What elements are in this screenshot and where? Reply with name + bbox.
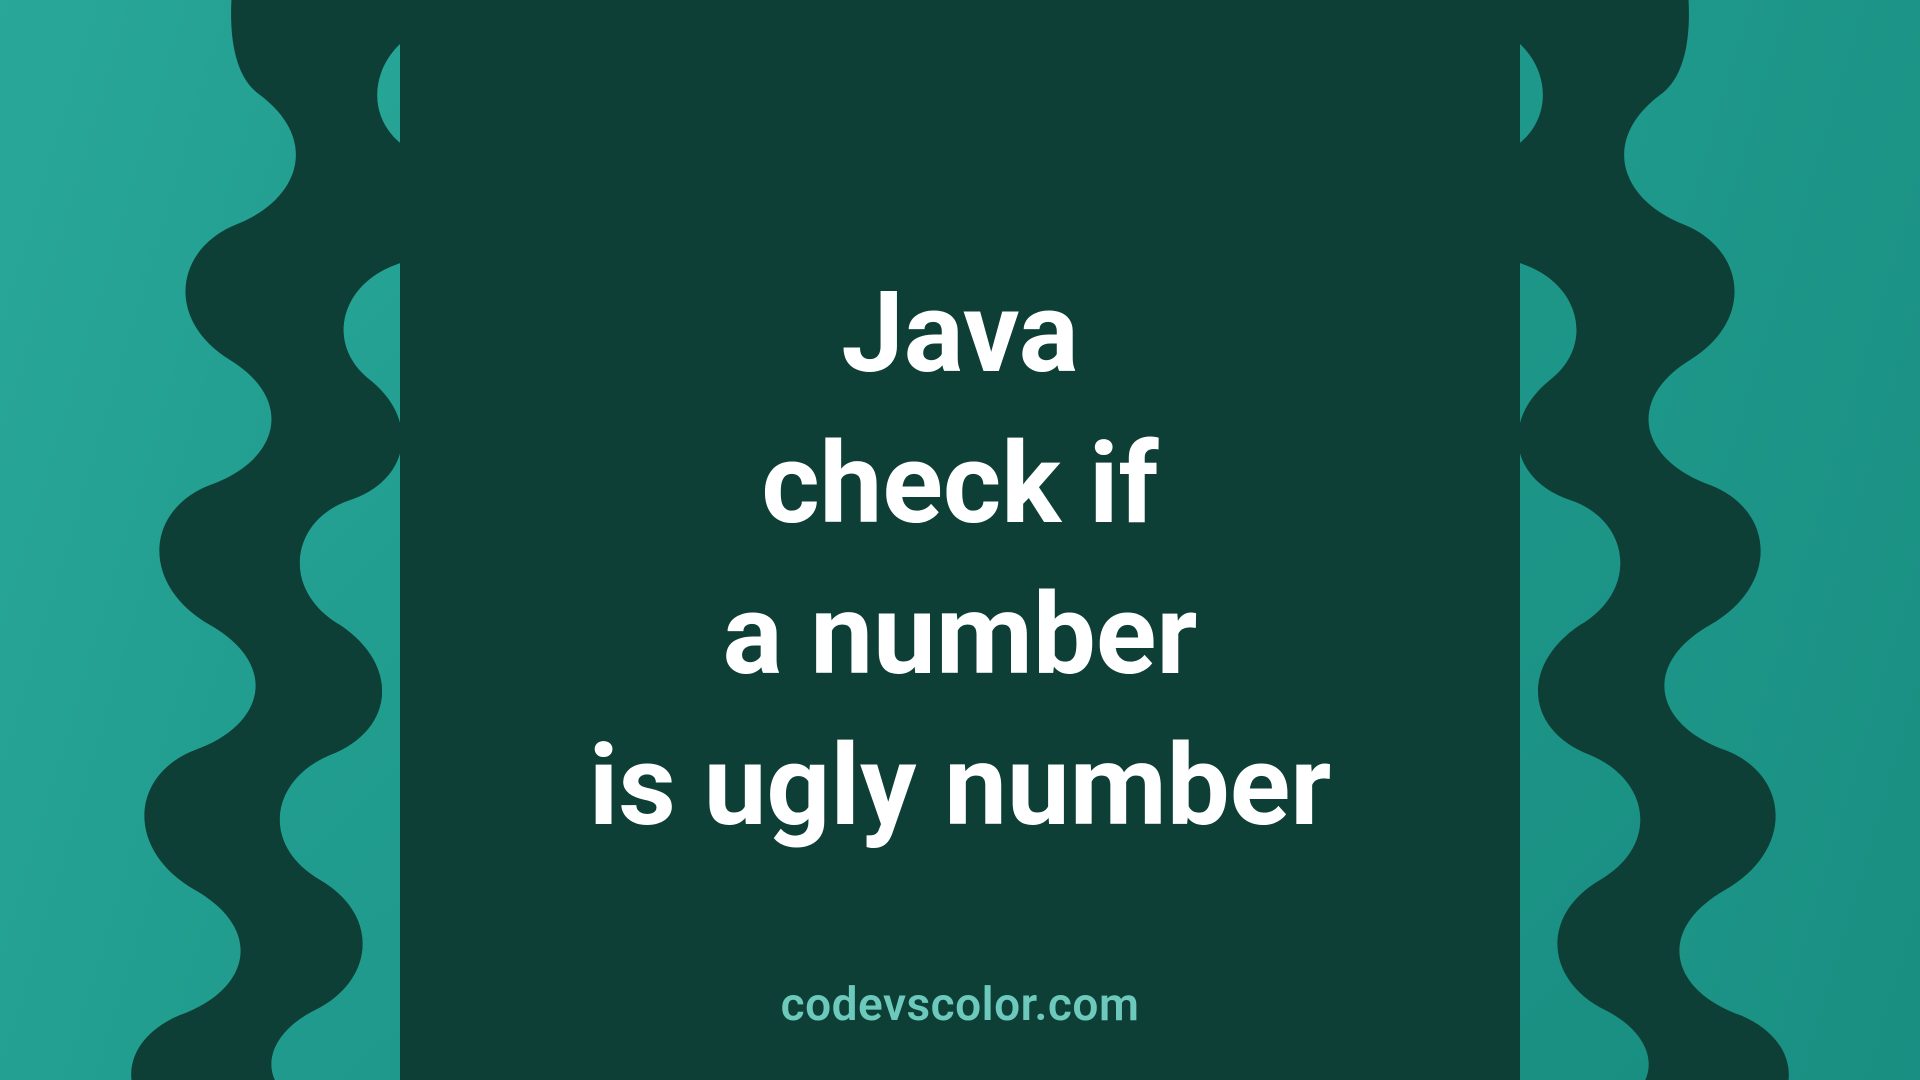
- attribution-text: codevscolor.com: [781, 978, 1140, 1032]
- banner-title: Java check if a number is ugly number: [589, 258, 1332, 863]
